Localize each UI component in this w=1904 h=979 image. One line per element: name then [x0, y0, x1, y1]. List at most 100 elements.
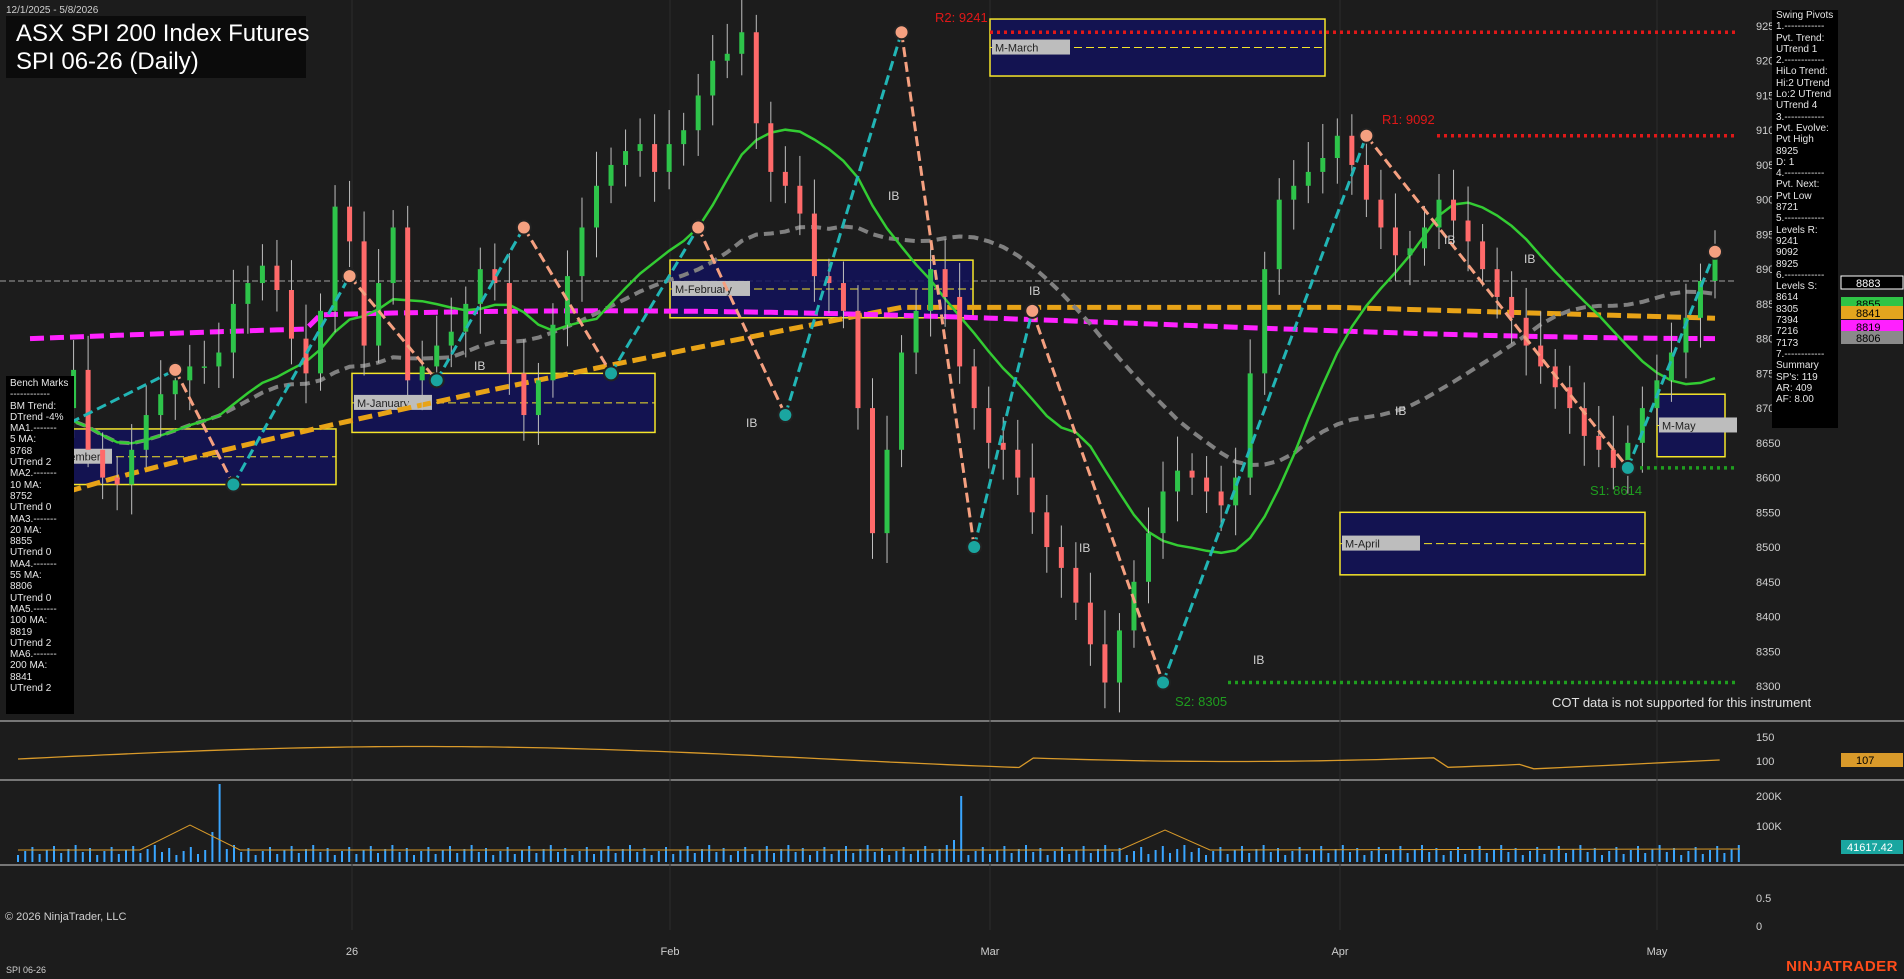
- candle-body: [1218, 491, 1224, 506]
- panel-line: 7.------------: [1776, 348, 1825, 360]
- panel-line: Pvt. Next:: [1776, 179, 1820, 191]
- panel-line: 7394: [1776, 315, 1799, 327]
- ib-marker: IB: [888, 189, 899, 203]
- candle-body: [259, 265, 265, 284]
- candle-body: [172, 380, 178, 395]
- panel-line: Hi:2 UTrend: [1776, 77, 1830, 89]
- monthly-box-label: M-April: [1345, 539, 1380, 551]
- panel-line: UTrend 2: [10, 683, 52, 695]
- panel-line: HiLo Trend:: [1776, 66, 1828, 78]
- ma100-line: [29, 308, 1716, 342]
- candle-body: [1175, 470, 1181, 492]
- swing-pivots-panel: Swing Pivots 1.------------ Pvt. Trend: UTr…: [1772, 10, 1838, 428]
- pivot-point: [341, 268, 358, 285]
- candle-body: [1291, 185, 1297, 200]
- candle-body: [753, 32, 759, 124]
- candle-body: [158, 394, 164, 416]
- candle-body: [1378, 199, 1384, 228]
- panel-line: UTrend 2: [10, 457, 52, 469]
- candle-body: [1116, 630, 1122, 683]
- candle-body: [187, 366, 193, 381]
- candle-body: [666, 144, 672, 172]
- candle-body: [1160, 491, 1166, 534]
- candle-body: [274, 265, 280, 290]
- level-label: R2: 9241: [935, 10, 988, 25]
- candle-body: [1015, 449, 1021, 478]
- candle-body: [390, 227, 396, 284]
- candle-body: [768, 123, 774, 172]
- y-tick-label: 8550: [1756, 507, 1780, 519]
- panel-line: D: 1: [1776, 156, 1795, 168]
- panel-line: 1.------------: [1776, 21, 1825, 33]
- bottom-tick-label: 0: [1756, 921, 1762, 933]
- panel-line: Summary: [1776, 360, 1819, 372]
- candle-body: [332, 206, 338, 311]
- pivot-point: [1358, 127, 1375, 144]
- pivot-point: [515, 219, 532, 236]
- panel-line: Pvt. Evolve:: [1776, 122, 1829, 134]
- candle-body: [100, 449, 106, 478]
- monthly-box-label: M-May: [1662, 420, 1696, 432]
- candle-body: [928, 269, 934, 311]
- osc-last-label: 107: [1856, 755, 1874, 767]
- panel-line: 7173: [1776, 337, 1799, 349]
- panel-line: UTrend 0: [10, 502, 52, 514]
- panel-line: 8305: [1776, 303, 1799, 315]
- panel-line: 8855: [10, 536, 33, 548]
- panel-line: Swing Pivots: [1776, 10, 1834, 21]
- price-tag-label: 8806: [1856, 333, 1880, 345]
- candle-body: [448, 331, 454, 346]
- pivot-point: [1619, 459, 1636, 476]
- panel-line: 9092: [1776, 247, 1799, 259]
- pivot-point: [167, 361, 184, 378]
- panel-line: Pvt High: [1776, 134, 1814, 146]
- candle-body: [1204, 477, 1210, 492]
- panel-line: 7216: [1776, 326, 1799, 338]
- candle-body: [913, 310, 919, 353]
- panel-line: 6.------------: [1776, 269, 1825, 281]
- pivot-point: [603, 365, 620, 382]
- candle-body: [855, 310, 861, 409]
- candle-body: [594, 185, 600, 228]
- level-label: S1: 8614: [1590, 483, 1642, 498]
- pivot-point: [893, 24, 910, 41]
- panel-line: 8614: [1776, 292, 1799, 304]
- panel-line: UTrend 4: [1776, 100, 1818, 112]
- candle-body: [840, 283, 846, 311]
- level-label: R1: 9092: [1382, 112, 1435, 127]
- pivot-leg: [972, 310, 1034, 548]
- candle-body: [405, 227, 411, 381]
- panel-line: 3.------------: [1776, 111, 1825, 123]
- volume-tick-label: 200K: [1756, 791, 1782, 803]
- candle-body: [1392, 227, 1398, 256]
- candle-body: [506, 283, 512, 374]
- pivot-leg: [1030, 310, 1165, 684]
- osc-tick-label: 100: [1756, 756, 1774, 768]
- panel-line: 10 MA:: [10, 479, 42, 491]
- candle-body: [1262, 269, 1268, 374]
- price-tag-label: 8841: [1856, 308, 1880, 320]
- bottom-tick-label: 0.5: [1756, 893, 1771, 905]
- ib-marker: IB: [474, 359, 485, 373]
- panel-line: 9241: [1776, 235, 1799, 247]
- candle-body: [884, 449, 890, 534]
- level-label: S2: 8305: [1175, 694, 1227, 709]
- candle-body: [1044, 512, 1050, 548]
- panel-line: 8768: [10, 445, 33, 457]
- candle-body: [782, 171, 788, 186]
- candle-body: [535, 380, 541, 416]
- candle-body: [1029, 477, 1035, 513]
- candle-body: [1349, 135, 1355, 165]
- candle-body: [623, 151, 629, 165]
- candle-body: [1000, 442, 1006, 450]
- candle-body: [216, 352, 222, 367]
- price-chart[interactable]: 26 Feb Mar Apr May92509200915091009050900089…: [0, 0, 1904, 979]
- candle-body: [1363, 164, 1369, 200]
- ib-marker: IB: [1253, 653, 1264, 667]
- candle-body: [85, 369, 91, 450]
- candle-body: [318, 310, 324, 374]
- pivot-point: [690, 219, 707, 236]
- candle-body: [1610, 449, 1616, 468]
- candle-body: [1451, 199, 1457, 221]
- panel-line: MA5.-------: [10, 603, 57, 615]
